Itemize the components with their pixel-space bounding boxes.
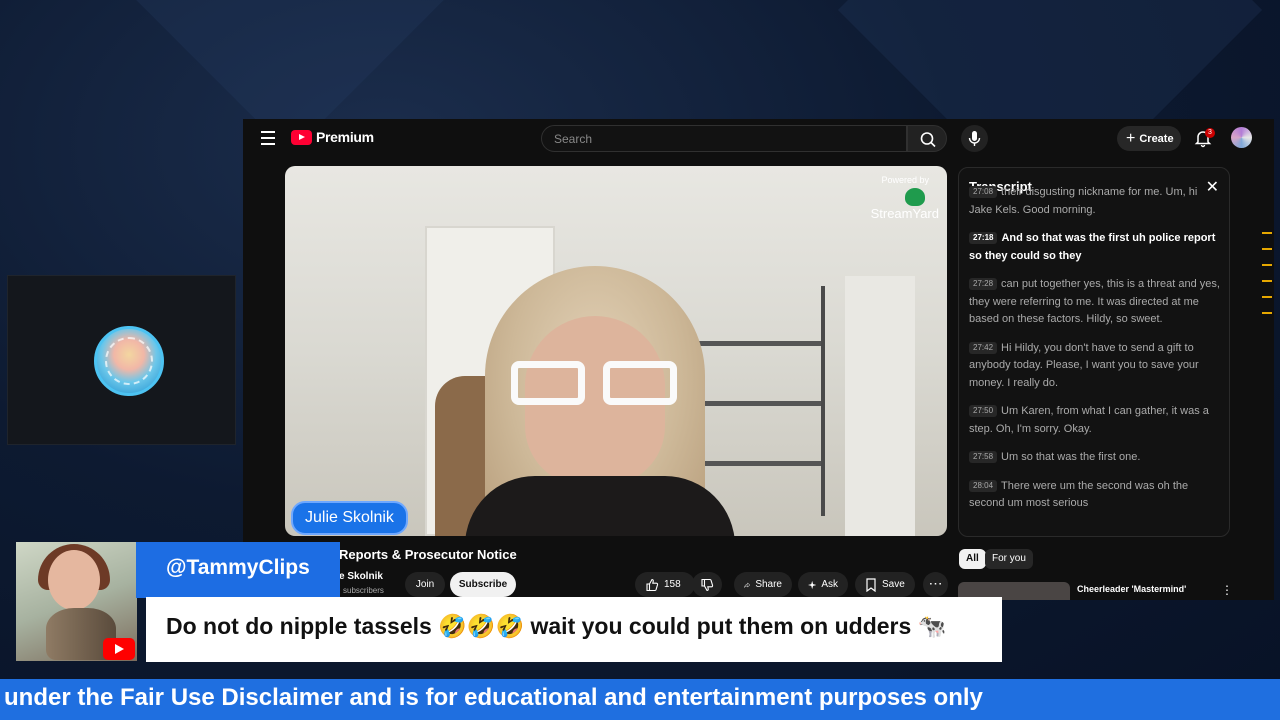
- share-label: Share: [755, 579, 782, 590]
- notification-count-badge: 3: [1205, 128, 1215, 138]
- speaker-nameplate: Julie Skolnik: [291, 501, 408, 535]
- thumbs-up-icon: [646, 578, 659, 591]
- bookmark-icon: [866, 577, 876, 592]
- ask-button[interactable]: Ask: [798, 572, 848, 597]
- brand-label: Premium: [316, 129, 374, 145]
- transcript-timestamp[interactable]: 27:28: [969, 278, 998, 290]
- transcript-timestamp[interactable]: 27:50: [969, 405, 998, 417]
- transcript-timestamp[interactable]: 27:08: [969, 186, 998, 198]
- create-label: Create: [1139, 132, 1174, 145]
- like-button[interactable]: 158: [635, 572, 695, 597]
- transcript-panel: Transcript ✕ 27:08 their disgusting nickn…: [958, 167, 1230, 537]
- transcript-text: And so that was the first uh police repo…: [969, 232, 1216, 262]
- save-label: Save: [882, 579, 905, 590]
- search-input[interactable]: Search: [541, 125, 907, 152]
- stream-avatar-panel: [7, 275, 236, 445]
- streamyard-logo: StreamYard: [859, 188, 939, 221]
- transcript-list: 27:08 their disgusting nickname for me. U…: [969, 186, 1223, 524]
- transcript-text: Um so that was the first one.: [1001, 451, 1141, 463]
- transcript-timestamp[interactable]: 28:04: [969, 479, 998, 492]
- youtube-badge-icon: [103, 638, 135, 660]
- filter-chip-for-you[interactable]: For you: [985, 549, 1033, 569]
- youtube-play-icon: [291, 129, 312, 145]
- video-player[interactable]: Powered by StreamYard Julie Skolnik: [285, 166, 947, 536]
- subscribe-button[interactable]: Subscribe: [450, 572, 516, 597]
- share-button[interactable]: Share: [734, 572, 792, 597]
- ask-label: Ask: [821, 579, 838, 590]
- thumbs-down-icon: [701, 578, 714, 591]
- voice-search-button[interactable]: [961, 125, 988, 152]
- youtube-premium-logo[interactable]: Premium: [291, 129, 374, 145]
- more-vertical-icon[interactable]: ⋮: [1221, 583, 1233, 597]
- video-background-wall: [845, 276, 915, 536]
- youtube-top-bar: Premium Search + Create 3: [243, 119, 1274, 159]
- disclaimer-ticker: under the Fair Use Disclaimer and is for…: [0, 679, 1280, 720]
- search-icon: [920, 132, 936, 148]
- like-count: 158: [664, 579, 681, 590]
- commenter-face: [48, 550, 100, 610]
- channel-name[interactable]: e Skolnik: [339, 571, 383, 582]
- save-button[interactable]: Save: [855, 572, 915, 597]
- transcript-segment[interactable]: 27:58 Um so that was the first one.: [969, 449, 1223, 467]
- transcript-segment[interactable]: 27:08 their disgusting nickname for me. U…: [969, 184, 1223, 219]
- transcript-segment-active[interactable]: 27:18 And so that was the first uh police…: [969, 230, 1223, 265]
- video-title: Reports & Prosecutor Notice: [339, 547, 517, 562]
- recommendation-title[interactable]: Cheerleader 'Mastermind': [1077, 584, 1186, 594]
- subscriber-count: subscribers: [343, 586, 384, 595]
- search-button[interactable]: [907, 125, 947, 152]
- transcript-text: can put together yes, this is a threat a…: [969, 278, 1220, 325]
- youtube-window: Premium Search + Create 3 Powered by Stre…: [243, 119, 1274, 600]
- more-dots-icon: ⋯: [928, 575, 943, 591]
- streamyard-duck-icon: [905, 188, 925, 206]
- transcript-segment[interactable]: 28:04 There were um the second was oh the…: [969, 478, 1223, 513]
- transcript-segment[interactable]: 27:42 Hi Hildy, you don't have to send a …: [969, 340, 1223, 393]
- account-avatar[interactable]: [1231, 127, 1252, 148]
- transcript-text: Um Karen, from what I can gather, it was…: [969, 405, 1209, 435]
- transcript-timestamp[interactable]: 27:58: [969, 451, 998, 463]
- sparkle-icon: [808, 580, 817, 589]
- dislike-button[interactable]: [692, 572, 722, 597]
- commenter-photo: [16, 542, 137, 661]
- streamyard-label: StreamYard: [870, 206, 939, 221]
- transcript-text: their disgusting nickname for me. Um, hi…: [969, 186, 1198, 216]
- microphone-icon: [968, 131, 981, 146]
- video-speaker-glasses: [511, 361, 681, 406]
- transcript-text: There were um the second was oh the seco…: [969, 479, 1189, 510]
- filter-chip-all[interactable]: All: [959, 549, 986, 569]
- channel-logo-avatar: [94, 326, 164, 396]
- transcript-segment[interactable]: 27:28 can put together yes, this is a thr…: [969, 276, 1223, 329]
- more-actions-button[interactable]: ⋯: [923, 572, 948, 597]
- join-button[interactable]: Join: [405, 572, 445, 597]
- transcript-segment[interactable]: 27:50 Um Karen, from what I can gather, i…: [969, 403, 1223, 438]
- plus-icon: +: [1126, 129, 1136, 147]
- commenter-username: @TammyClips: [136, 542, 340, 598]
- powered-by-label: Powered by: [881, 175, 929, 185]
- menu-icon[interactable]: [261, 131, 275, 145]
- comment-message: Do not do nipple tassels 🤣🤣🤣 wait you co…: [146, 597, 1002, 662]
- create-button[interactable]: + Create: [1117, 126, 1181, 151]
- transcript-timestamp[interactable]: 27:18: [969, 232, 998, 244]
- transcript-timestamp[interactable]: 27:42: [969, 341, 998, 354]
- video-speaker-body: [465, 476, 735, 536]
- share-icon: [744, 581, 751, 588]
- edge-markers: [1262, 232, 1272, 328]
- transcript-text: Hi Hildy, you don't have to send a gift …: [969, 341, 1199, 389]
